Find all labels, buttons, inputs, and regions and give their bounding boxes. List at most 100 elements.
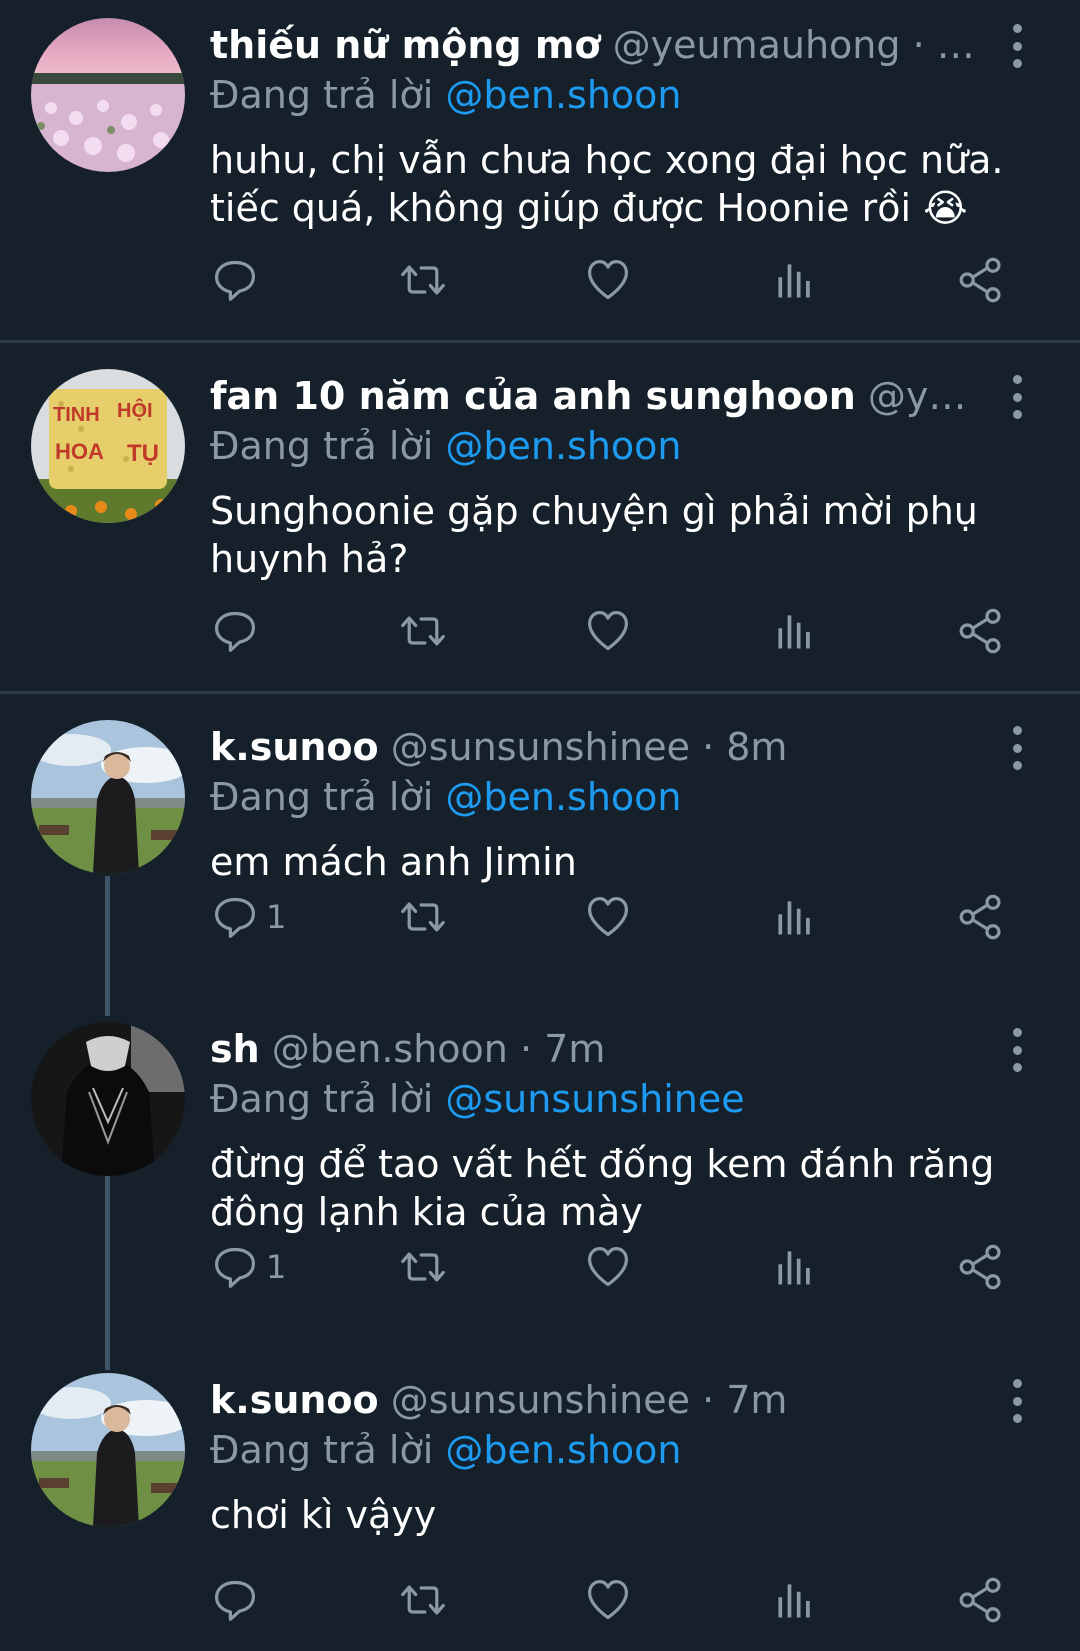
share-button[interactable] bbox=[958, 887, 1004, 947]
analytics-button[interactable] bbox=[772, 250, 818, 310]
like-icon bbox=[585, 894, 631, 940]
action-bar bbox=[0, 601, 1080, 661]
analytics-icon bbox=[772, 1577, 818, 1623]
reply-button[interactable] bbox=[212, 1570, 266, 1630]
reply-button[interactable] bbox=[212, 250, 266, 310]
analytics-button[interactable] bbox=[772, 887, 818, 947]
mention-link[interactable]: @ben.shoon bbox=[445, 424, 681, 468]
reply-icon bbox=[212, 894, 258, 940]
retweet-button[interactable] bbox=[398, 887, 448, 947]
analytics-button[interactable] bbox=[772, 1570, 818, 1630]
analytics-button[interactable] bbox=[772, 1237, 818, 1297]
timestamp[interactable]: · 9m bbox=[913, 23, 980, 67]
more-options-icon[interactable] bbox=[1000, 24, 1034, 68]
replying-label: Đang trả lời bbox=[210, 424, 434, 468]
like-button[interactable] bbox=[585, 601, 631, 661]
handle[interactable]: @sunsunshinee bbox=[391, 1378, 690, 1422]
avatar[interactable] bbox=[31, 18, 185, 172]
avatar-sign-word-3: HOA bbox=[55, 439, 104, 464]
divider bbox=[0, 340, 1080, 343]
avatar[interactable] bbox=[31, 1373, 185, 1527]
more-options-icon[interactable] bbox=[1000, 1028, 1034, 1072]
share-button[interactable] bbox=[958, 601, 1004, 661]
like-icon bbox=[585, 1577, 631, 1623]
avatar-sign-word-1: TINH bbox=[53, 404, 100, 426]
like-button[interactable] bbox=[585, 1570, 631, 1630]
handle[interactable]: @yeush... bbox=[868, 374, 980, 418]
like-button[interactable] bbox=[585, 887, 631, 947]
like-button[interactable] bbox=[585, 250, 631, 310]
action-bar bbox=[0, 250, 1080, 310]
reply-icon bbox=[212, 1577, 258, 1623]
reply-icon bbox=[212, 1244, 258, 1290]
mention-link[interactable]: @ben.shoon bbox=[445, 775, 681, 819]
mention-link[interactable]: @sunsunshinee bbox=[445, 1077, 744, 1121]
replying-label: Đang trả lời bbox=[210, 1428, 434, 1472]
share-icon bbox=[958, 1244, 1004, 1290]
retweet-button[interactable] bbox=[398, 1570, 448, 1630]
share-button[interactable] bbox=[958, 1570, 1004, 1630]
timestamp[interactable]: · 7m bbox=[520, 1027, 605, 1071]
avatar[interactable] bbox=[31, 720, 185, 874]
share-button[interactable] bbox=[958, 1237, 1004, 1297]
tweet-header: k.sunoo @sunsunshinee · 8m bbox=[210, 722, 980, 772]
replying-to: Đang trả lời @ben.shoon bbox=[210, 421, 682, 471]
display-name[interactable]: thiếu nữ mộng mơ bbox=[210, 23, 601, 67]
display-name[interactable]: fan 10 năm của anh sunghoon bbox=[210, 374, 856, 418]
tweet-text: Sunghoonie gặp chuyện gì phải mời phụ hu… bbox=[210, 489, 978, 581]
retweet-icon bbox=[398, 608, 448, 654]
analytics-icon bbox=[772, 608, 818, 654]
timestamp[interactable]: · 8m bbox=[702, 725, 787, 769]
analytics-icon bbox=[772, 257, 818, 303]
analytics-icon bbox=[772, 1244, 818, 1290]
reply-icon bbox=[212, 608, 258, 654]
share-icon bbox=[958, 257, 1004, 303]
timestamp[interactable]: · 7m bbox=[702, 1378, 787, 1422]
mention-link[interactable]: @ben.shoon bbox=[445, 73, 681, 117]
reply-thread-feed: thiếu nữ mộng mơ @yeumauhong · 9m Đang t… bbox=[0, 0, 1080, 1651]
more-options-icon[interactable] bbox=[1000, 726, 1034, 770]
like-icon bbox=[585, 608, 631, 654]
replying-label: Đang trả lời bbox=[210, 1077, 434, 1121]
analytics-icon bbox=[772, 894, 818, 940]
tweet-header: sh @ben.shoon · 7m bbox=[210, 1024, 980, 1074]
tweet-text: huhu, chị vẫn chưa học xong đại học nữa.… bbox=[210, 138, 1004, 230]
replying-to: Đang trả lời @ben.shoon bbox=[210, 1425, 682, 1475]
share-icon bbox=[958, 608, 1004, 654]
mention-link[interactable]: @ben.shoon bbox=[445, 1428, 681, 1472]
like-icon bbox=[585, 1244, 631, 1290]
reply-button[interactable]: 1 bbox=[212, 1237, 286, 1297]
analytics-button[interactable] bbox=[772, 601, 818, 661]
retweet-icon bbox=[398, 1577, 448, 1623]
avatar-sign-word-2: HỘI bbox=[117, 398, 153, 422]
retweet-button[interactable] bbox=[398, 601, 448, 661]
tweet-header: k.sunoo @sunsunshinee · 7m bbox=[210, 1375, 980, 1425]
replying-to: Đang trả lời @sunsunshinee bbox=[210, 1074, 745, 1124]
retweet-icon bbox=[398, 1244, 448, 1290]
more-options-icon[interactable] bbox=[1000, 1379, 1034, 1423]
retweet-button[interactable] bbox=[398, 1237, 448, 1297]
reply-button[interactable]: 1 bbox=[212, 887, 286, 947]
handle[interactable]: @sunsunshinee bbox=[391, 725, 690, 769]
handle[interactable]: @yeumauhong bbox=[613, 23, 901, 67]
display-name[interactable]: sh bbox=[210, 1027, 260, 1071]
tweet-text: chơi kì vậyy bbox=[210, 1493, 437, 1537]
display-name[interactable]: k.sunoo bbox=[210, 725, 379, 769]
share-icon bbox=[958, 1577, 1004, 1623]
share-button[interactable] bbox=[958, 250, 1004, 310]
tweet-text: đừng để tao vất hết đống kem đánh răng đ… bbox=[210, 1142, 995, 1234]
replying-label: Đang trả lời bbox=[210, 73, 434, 117]
share-icon bbox=[958, 894, 1004, 940]
retweet-button[interactable] bbox=[398, 250, 448, 310]
more-options-icon[interactable] bbox=[1000, 375, 1034, 419]
like-button[interactable] bbox=[585, 1237, 631, 1297]
reply-button[interactable] bbox=[212, 601, 266, 661]
action-bar: 1 bbox=[0, 887, 1080, 947]
action-bar: 1 bbox=[0, 1237, 1080, 1297]
retweet-icon bbox=[398, 894, 448, 940]
avatar[interactable] bbox=[31, 1022, 185, 1176]
display-name[interactable]: k.sunoo bbox=[210, 1378, 379, 1422]
avatar-sign-word-4: TỤ bbox=[127, 440, 159, 467]
handle[interactable]: @ben.shoon bbox=[272, 1027, 508, 1071]
avatar[interactable]: TINH HỘI HOA TỤ bbox=[31, 369, 185, 523]
